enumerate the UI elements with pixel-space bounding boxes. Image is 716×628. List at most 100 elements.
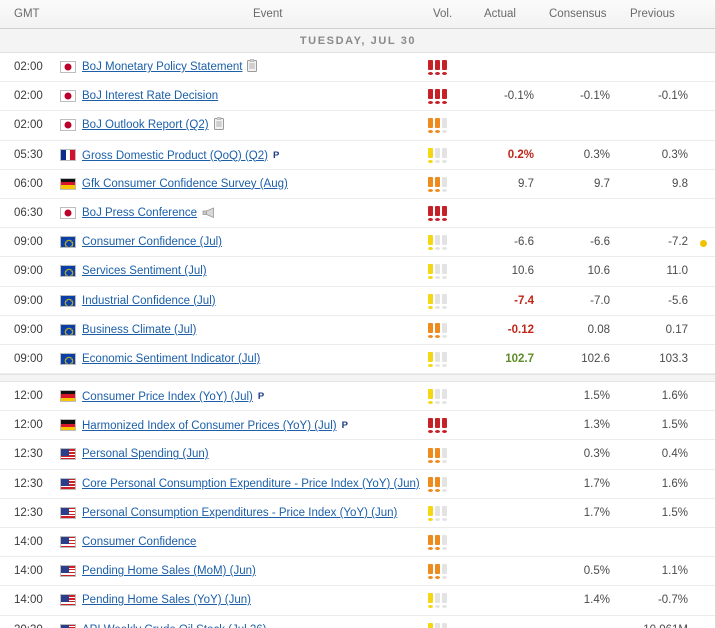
- column-header-consensus[interactable]: Consensus: [549, 0, 607, 29]
- event-cell: Personal Spending (Jun): [82, 440, 209, 469]
- table-row[interactable]: 14:00 Pending Home Sales (YoY) (Jun) 1.4% -…: [0, 586, 715, 616]
- column-header-event[interactable]: Event: [253, 0, 282, 29]
- event-link[interactable]: BoJ Outlook Report (Q2): [82, 119, 209, 131]
- table-row[interactable]: 14:00 Consumer Confidence: [0, 528, 715, 558]
- event-link[interactable]: Business Climate (Jul): [82, 324, 196, 336]
- table-row[interactable]: 12:30 Personal Spending (Jun) 0.3% 0.4%: [0, 440, 715, 470]
- column-header-vol[interactable]: Vol.: [433, 0, 452, 29]
- volatility-indicator[interactable]: [428, 418, 447, 434]
- document-icon[interactable]: [213, 113, 224, 142]
- event-link[interactable]: Consumer Confidence (Jul): [82, 236, 222, 248]
- volatility-indicator[interactable]: [428, 264, 447, 280]
- event-link[interactable]: Core Personal Consumption Expenditure - …: [82, 478, 420, 490]
- column-header-previous[interactable]: Previous: [630, 0, 675, 29]
- volatility-indicator[interactable]: [428, 235, 447, 251]
- volatility-indicator[interactable]: [428, 322, 447, 338]
- table-row[interactable]: 09:00 Economic Sentiment Indicator (Jul) 1…: [0, 345, 715, 375]
- actual-value: [468, 470, 534, 499]
- volatility-bang-1: [428, 118, 433, 134]
- consensus-value: 1.3%: [583, 419, 610, 432]
- event-link[interactable]: Pending Home Sales (MoM) (Jun): [82, 565, 256, 577]
- table-row[interactable]: 02:00 BoJ Interest Rate Decision -0.1% -0.1…: [0, 82, 715, 112]
- volatility-indicator[interactable]: [428, 293, 447, 309]
- consensus-value: 1.7%: [583, 506, 610, 519]
- event-time: 09:00: [14, 352, 43, 365]
- volatility-indicator[interactable]: [428, 147, 447, 163]
- volatility-bang-1: [428, 293, 433, 309]
- table-row[interactable]: 12:00 Harmonized Index of Consumer Prices…: [0, 411, 715, 441]
- european-union-flag: [60, 265, 76, 278]
- event-link[interactable]: Personal Consumption Expenditures - Pric…: [82, 507, 397, 519]
- volatility-indicator[interactable]: [428, 447, 447, 463]
- volatility-cell: [428, 82, 472, 111]
- volatility-indicator[interactable]: [428, 176, 447, 192]
- volatility-indicator[interactable]: [428, 476, 447, 492]
- volatility-bang-1: [428, 351, 433, 367]
- volatility-indicator[interactable]: [428, 593, 447, 609]
- volatility-indicator[interactable]: [428, 389, 447, 405]
- previous-value: [614, 199, 688, 228]
- actual-value: [468, 528, 534, 557]
- volatility-indicator[interactable]: [428, 564, 447, 580]
- table-row[interactable]: 09:00 Services Sentiment (Jul) 10.6 10.6 11.…: [0, 257, 715, 287]
- volatility-cell: [428, 287, 472, 316]
- volatility-bang-2: [435, 235, 440, 251]
- volatility-bang-2: [435, 206, 440, 222]
- volatility-indicator[interactable]: [428, 622, 447, 628]
- volatility-indicator[interactable]: [428, 505, 447, 521]
- united-states-flag: [60, 623, 76, 628]
- table-row[interactable]: 05:30 Gross Domestic Product (QoQ) (Q2) P 0…: [0, 141, 715, 170]
- actual-value: [468, 53, 534, 82]
- actual-value: -7.4: [514, 294, 534, 307]
- table-row[interactable]: 14:00 Pending Home Sales (MoM) (Jun) 0.5% 1…: [0, 557, 715, 587]
- actual-value: [468, 616, 534, 628]
- volatility-bang-3: [442, 89, 447, 105]
- event-link[interactable]: BoJ Press Conference: [82, 207, 197, 219]
- event-link[interactable]: Consumer Price Index (YoY) (Jul): [82, 391, 253, 403]
- event-link[interactable]: Services Sentiment (Jul): [82, 265, 207, 277]
- event-link[interactable]: BoJ Monetary Policy Statement: [82, 61, 242, 73]
- volatility-bang-2: [435, 622, 440, 628]
- european-union-flag: [60, 352, 76, 365]
- event-link[interactable]: Economic Sentiment Indicator (Jul): [82, 353, 260, 365]
- volatility-bang-1: [428, 235, 433, 251]
- document-icon[interactable]: [247, 55, 258, 84]
- table-row[interactable]: 02:00 BoJ Outlook Report (Q2): [0, 111, 715, 142]
- megaphone-icon[interactable]: [202, 201, 215, 230]
- volatility-indicator[interactable]: [428, 351, 447, 367]
- table-row[interactable]: 06:30 BoJ Press Conference: [0, 199, 715, 230]
- event-link[interactable]: Gross Domestic Product (QoQ) (Q2): [82, 150, 268, 162]
- event-link[interactable]: Consumer Confidence: [82, 536, 196, 548]
- table-row[interactable]: 09:00 Industrial Confidence (Jul) -7.4 -7.0…: [0, 287, 715, 316]
- revision-dot-icon[interactable]: [700, 240, 707, 248]
- table-row[interactable]: 12:30 Core Personal Consumption Expenditu…: [0, 470, 715, 499]
- event-link[interactable]: Harmonized Index of Consumer Prices (YoY…: [82, 420, 337, 432]
- volatility-cell: [428, 382, 472, 411]
- volatility-indicator[interactable]: [428, 89, 447, 105]
- table-row[interactable]: 09:00 Consumer Confidence (Jul) -6.6 -6.6 -7…: [0, 228, 715, 258]
- event-link[interactable]: Gfk Consumer Confidence Survey (Aug): [82, 178, 288, 190]
- table-row[interactable]: 02:00 BoJ Monetary Policy Statement: [0, 53, 715, 84]
- volatility-bang-2: [435, 535, 440, 551]
- event-cell: Harmonized Index of Consumer Prices (YoY…: [82, 411, 348, 440]
- volatility-indicator[interactable]: [428, 60, 447, 76]
- volatility-bang-2: [435, 322, 440, 338]
- consensus-value: -7.0: [590, 294, 610, 307]
- table-row[interactable]: 09:00 Business Climate (Jul) -0.12 0.08 0.17: [0, 316, 715, 345]
- volatility-indicator[interactable]: [428, 118, 447, 134]
- volatility-cell: [428, 111, 472, 140]
- table-row[interactable]: 12:00 Consumer Price Index (YoY) (Jul) P 1.…: [0, 382, 715, 412]
- column-header-actual[interactable]: Actual: [484, 0, 516, 29]
- event-link[interactable]: BoJ Interest Rate Decision: [82, 90, 218, 102]
- table-row[interactable]: 12:30 Personal Consumption Expenditures -…: [0, 499, 715, 528]
- volatility-indicator[interactable]: [428, 535, 447, 551]
- table-row[interactable]: 20:30 API Weekly Crude Oil Stock (Jul 26)…: [0, 616, 715, 628]
- event-link[interactable]: Pending Home Sales (YoY) (Jun): [82, 594, 251, 606]
- volatility-bang-3: [442, 447, 447, 463]
- column-header-gmt[interactable]: GMT: [14, 0, 40, 29]
- event-link[interactable]: Industrial Confidence (Jul): [82, 295, 216, 307]
- table-row[interactable]: 06:00 Gfk Consumer Confidence Survey (Aug…: [0, 170, 715, 199]
- event-link[interactable]: API Weekly Crude Oil Stock (Jul 26): [82, 624, 267, 628]
- event-link[interactable]: Personal Spending (Jun): [82, 448, 209, 460]
- volatility-indicator[interactable]: [428, 206, 447, 222]
